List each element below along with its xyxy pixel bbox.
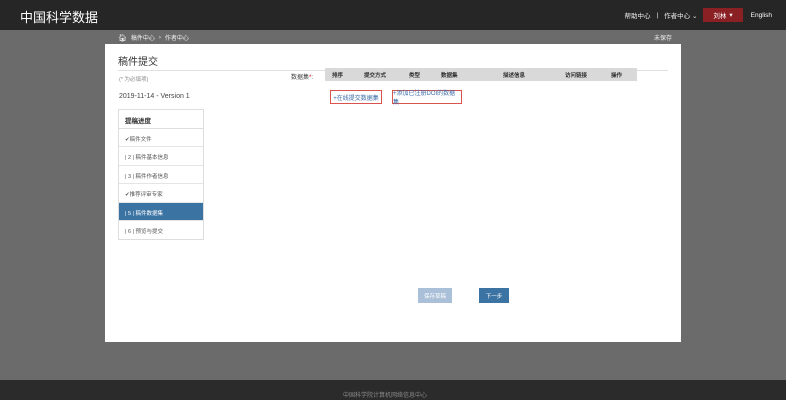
dataset-table-header: 排序 提交方式 类型 数据集 描述信息 访问链接 操作 xyxy=(325,68,637,81)
progress-header: 提稿进度 xyxy=(119,110,203,129)
language-switch[interactable]: English xyxy=(751,12,772,19)
nav-separator: | xyxy=(656,11,659,19)
add-registered-doi-dataset-button[interactable]: +添加已注册DOI的数据集 xyxy=(392,90,462,106)
dataset-label-text: 数据集 xyxy=(291,75,310,81)
author-center-link[interactable]: 作者中心 ⌄ xyxy=(664,10,697,20)
top-nav: 帮助中心 | 作者中心 ⌄ 刘林 ▾ English xyxy=(624,8,772,22)
step-4[interactable]: ✔推荐评审专家 xyxy=(119,184,203,203)
top-bar: 中国科学数据 帮助中心 | 作者中心 ⌄ 刘林 ▾ English xyxy=(0,0,786,30)
user-menu[interactable]: 刘林 ▾ xyxy=(703,8,743,22)
column-header-method: 提交方式 xyxy=(364,73,387,79)
step-6[interactable]: | 6 | 预览与提交 xyxy=(119,221,203,239)
footer: 中国科学院计算机网络信息中心 xyxy=(0,380,786,400)
site-logo[interactable]: 中国科学数据 xyxy=(20,7,98,26)
column-header-link: 访问链接 xyxy=(565,73,588,79)
help-center-link[interactable]: 帮助中心 xyxy=(624,10,650,20)
save-draft-button[interactable]: 保存草稿 xyxy=(418,288,452,303)
column-header-actions: 操作 xyxy=(611,73,623,79)
dataset-label: 数据集*: xyxy=(291,75,314,81)
breadcrumb: 🏠︎ 稿件中心 › 作者中心 xyxy=(118,33,189,43)
column-header-order: 排序 xyxy=(332,73,344,79)
main-panel: 稿件提交 (* 为必填项) 2019-11-14 - Version 1 提稿进… xyxy=(105,44,681,342)
required-note: (* 为必填项) xyxy=(119,77,149,83)
add-online-dataset-button[interactable]: +在线提交数据集 xyxy=(330,90,382,104)
step-2[interactable]: | 2 | 稿件基本信息 xyxy=(119,147,203,166)
step-5[interactable]: | 5 | 稿件数据集 xyxy=(119,202,203,221)
user-name: 刘林 xyxy=(713,13,727,20)
manuscript-version: 2019-11-14 - Version 1 xyxy=(119,93,190,100)
step-1[interactable]: ✔稿件文件 xyxy=(119,129,203,148)
caret-down-icon: ▾ xyxy=(729,12,733,19)
chevron-down-icon: ⌄ xyxy=(691,13,698,20)
page-title: 稿件提交 xyxy=(118,57,158,68)
footer-text: 中国科学院计算机网络信息中心 xyxy=(343,393,428,399)
column-header-description: 描述信息 xyxy=(503,73,526,79)
progress-steps: 提稿进度 ✔稿件文件 | 2 | 稿件基本信息 | 3 | 稿件作者信息 ✔推荐… xyxy=(118,109,204,241)
home-icon[interactable]: 🏠︎ xyxy=(118,34,127,42)
step-3[interactable]: | 3 | 稿件作者信息 xyxy=(119,166,203,185)
breadcrumb-separator: › xyxy=(158,34,161,41)
breadcrumb-item-2[interactable]: 作者中心 xyxy=(165,33,189,42)
required-star: * xyxy=(309,75,312,81)
unsaved-status: 未保存 xyxy=(654,36,673,42)
author-center-label: 作者中心 xyxy=(664,13,691,20)
column-header-dataset: 数据集 xyxy=(441,73,458,79)
breadcrumb-item-1[interactable]: 稿件中心 xyxy=(131,33,155,42)
next-step-button[interactable]: 下一步 xyxy=(479,288,509,303)
column-header-type: 类型 xyxy=(409,73,421,79)
